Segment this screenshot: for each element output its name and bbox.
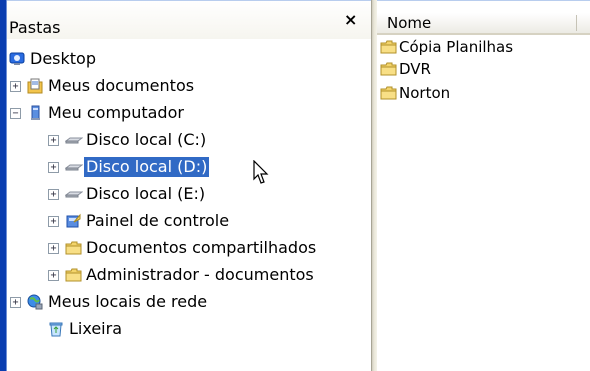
tree-item-label: Meu computador xyxy=(48,103,184,122)
folder-icon xyxy=(380,85,397,101)
folder-icon xyxy=(380,39,397,55)
file-list-pane: Nome Cópia Planilhas DVR Norton xyxy=(377,1,590,371)
tree-item-administrador-documentos[interactable]: + Administrador - documentos xyxy=(48,262,316,288)
column-header-label: Nome xyxy=(387,14,432,32)
mouse-pointer-icon xyxy=(253,160,269,184)
tree-item-label: Disco local (C:) xyxy=(86,130,207,149)
folder-icon xyxy=(65,267,82,283)
file-item-label: Cópia Planilhas xyxy=(399,38,514,56)
tree-item-label: Disco local (E:) xyxy=(86,184,206,203)
tree-item-meus-documentos[interactable]: + Meus documentos xyxy=(10,73,196,99)
file-item-copia-planilhas[interactable]: Cópia Planilhas xyxy=(380,37,513,57)
tree-item-label: Meus documentos xyxy=(48,76,195,95)
documents-icon xyxy=(27,78,43,94)
tree-item-label: Lixeira xyxy=(69,319,123,338)
close-icon[interactable]: × xyxy=(344,12,357,28)
drive-icon xyxy=(64,159,84,175)
tree-item-disco-e[interactable]: + Disco local (E:) xyxy=(48,181,207,207)
expand-icon[interactable]: + xyxy=(48,161,59,173)
expand-icon[interactable]: + xyxy=(48,215,59,227)
control-panel-icon xyxy=(65,213,81,229)
computer-icon xyxy=(27,105,43,121)
expand-icon[interactable]: + xyxy=(10,296,21,308)
desktop-icon xyxy=(9,51,25,67)
collapse-icon[interactable]: − xyxy=(10,107,21,119)
drive-icon xyxy=(64,186,84,202)
folder-icon xyxy=(65,240,82,256)
tree-item-label: Disco local (D:) xyxy=(84,157,210,177)
tree-item-lixeira[interactable]: Lixeira xyxy=(48,316,124,342)
folders-pane: Pastas × Desktop + Meus documentos − Meu… xyxy=(7,1,371,371)
folder-icon xyxy=(380,61,397,77)
expand-icon[interactable]: + xyxy=(10,80,21,92)
tree-item-label: Desktop xyxy=(30,49,96,68)
tree-item-label: Painel de controle xyxy=(86,211,230,230)
file-item-dvr[interactable]: DVR xyxy=(380,59,431,79)
file-item-label: DVR xyxy=(399,60,431,78)
tree-item-label: Meus locais de rede xyxy=(48,292,208,311)
column-resize-handle[interactable] xyxy=(576,15,577,31)
tree-item-label: Documentos compartilhados xyxy=(86,238,317,257)
drive-icon xyxy=(64,132,84,148)
network-icon xyxy=(27,294,43,310)
tree-item-meus-locais-de-rede[interactable]: + Meus locais de rede xyxy=(10,289,209,315)
tree-item-desktop[interactable]: Desktop xyxy=(9,46,98,72)
tree-item-meu-computador[interactable]: − Meu computador xyxy=(10,100,186,126)
tree-item-documentos-compartilhados[interactable]: + Documentos compartilhados xyxy=(48,235,318,261)
tree-item-painel-de-controle[interactable]: + Painel de controle xyxy=(48,208,231,234)
tree-item-label: Administrador - documentos xyxy=(86,265,314,284)
expand-icon[interactable]: + xyxy=(48,242,59,254)
expand-icon[interactable]: + xyxy=(48,134,59,146)
column-header-name[interactable]: Nome xyxy=(377,13,590,35)
expand-icon[interactable]: + xyxy=(48,269,59,281)
folders-pane-header: Pastas × xyxy=(7,1,371,39)
folders-pane-title: Pastas xyxy=(9,18,61,37)
expand-icon[interactable]: + xyxy=(48,188,59,200)
tree-item-disco-c[interactable]: + Disco local (C:) xyxy=(48,127,208,153)
recycle-bin-icon xyxy=(48,321,64,337)
file-item-label: Norton xyxy=(399,84,451,102)
file-item-norton[interactable]: Norton xyxy=(380,83,450,103)
tree-item-disco-d[interactable]: + Disco local (D:) xyxy=(48,154,210,180)
